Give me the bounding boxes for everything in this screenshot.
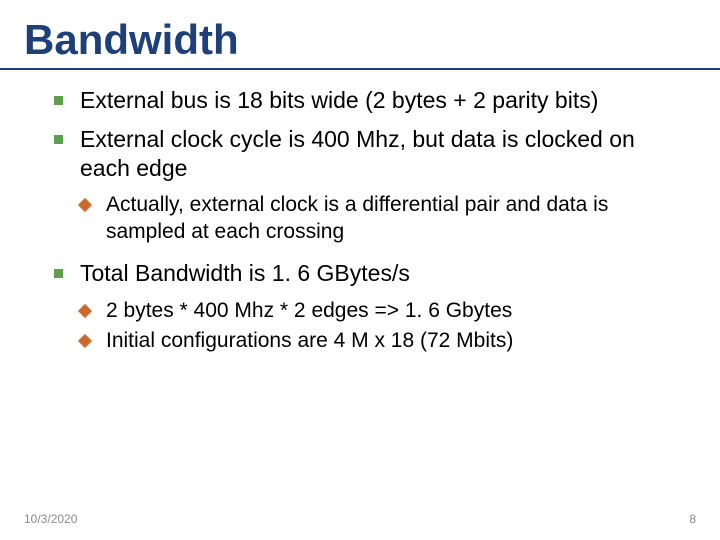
bullet-text: 2 bytes * 400 Mhz * 2 edges => 1. 6 Gbyt…: [106, 299, 512, 322]
bullet-text: External bus is 18 bits wide (2 bytes + …: [80, 87, 598, 113]
slide: Bandwidth External bus is 18 bits wide (…: [0, 0, 720, 540]
bullet-text: Total Bandwidth is 1. 6 GBytes/s: [80, 260, 410, 286]
bullet-text: External clock cycle is 400 Mhz, but dat…: [80, 126, 635, 181]
bullet-text: Initial configurations are 4 M x 18 (72 …: [106, 329, 513, 352]
bullet-text: Actually, external clock is a differenti…: [106, 193, 608, 242]
bullet-level1: External clock cycle is 400 Mhz, but dat…: [54, 125, 668, 183]
bullet-level2: 2 bytes * 400 Mhz * 2 edges => 1. 6 Gbyt…: [80, 298, 668, 324]
bullet-level1: External bus is 18 bits wide (2 bytes + …: [54, 86, 668, 115]
footer-page-number: 8: [689, 512, 696, 526]
bullet-level2: Actually, external clock is a differenti…: [80, 192, 668, 245]
footer-date: 10/3/2020: [24, 512, 77, 526]
bullet-level1: Total Bandwidth is 1. 6 GBytes/s: [54, 259, 668, 288]
slide-title: Bandwidth: [0, 0, 720, 62]
bullet-level2: Initial configurations are 4 M x 18 (72 …: [80, 328, 668, 354]
slide-body: External bus is 18 bits wide (2 bytes + …: [0, 70, 720, 354]
